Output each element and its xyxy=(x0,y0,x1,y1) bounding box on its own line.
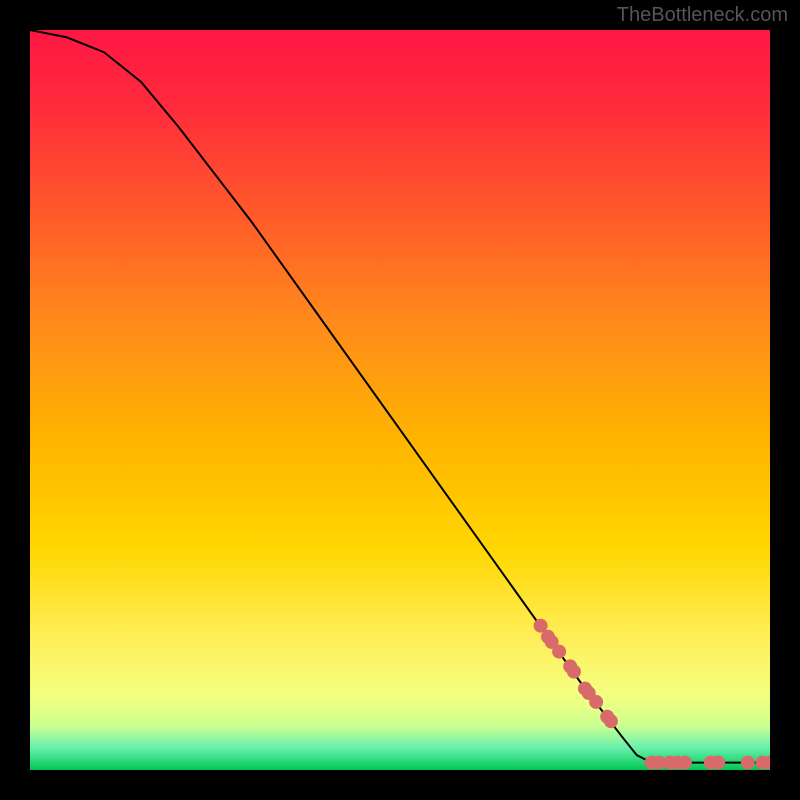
data-marker xyxy=(604,714,618,728)
data-marker xyxy=(552,645,566,659)
chart-svg xyxy=(30,30,770,770)
data-marker xyxy=(567,665,581,679)
data-marker xyxy=(741,756,755,770)
plot-area xyxy=(30,30,770,770)
chart-container: TheBottleneck.com xyxy=(0,0,800,800)
watermark-text: TheBottleneck.com xyxy=(617,4,788,27)
data-marker xyxy=(678,756,692,770)
data-marker xyxy=(589,695,603,709)
data-marker xyxy=(711,756,725,770)
gradient-background xyxy=(30,30,770,770)
